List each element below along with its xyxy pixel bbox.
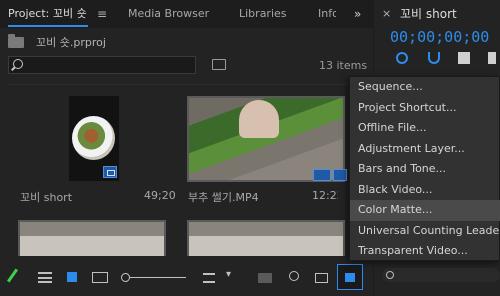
clip-name: 부추 썰기.MP4 [188,191,259,204]
new-item-menu: Sequence... Project Shortcut... Offline … [349,76,500,261]
active-tab-indicator [8,25,88,27]
menu-item-offline-file[interactable]: Offline File... [350,118,500,139]
bowl-thumbnail-image [189,222,343,256]
clip-grid: 꼬비 short 49;20 부추 썰기.MP4 12:22 [8,84,358,256]
menu-item-project-shortcut[interactable]: Project Shortcut... [350,98,500,119]
clip-name: 꼬비 short [20,191,73,204]
audio-badge-icon [333,169,347,181]
zoom-slider[interactable] [121,273,186,283]
tab-media-browser[interactable]: Media Browser [128,0,209,28]
project-panel: Project: 꼬비 숏 ≡ Media Browser Libraries … [0,0,373,296]
clip-badges [313,169,353,181]
close-icon[interactable]: × [382,0,391,28]
sort-icon[interactable] [203,273,215,283]
search-input[interactable] [8,56,196,74]
project-toolbar: ▾ [0,260,373,296]
chevron-down-icon[interactable]: ▾ [226,269,231,280]
menu-item-bars-and-tone[interactable]: Bars and Tone... [350,159,500,180]
hand-thumbnail-image [239,100,279,138]
wrench-icon[interactable] [488,52,496,64]
menu-item-transparent-video[interactable]: Transparent Video... [350,241,500,262]
menu-item-color-matte[interactable]: Color Matte... [350,200,500,221]
pencil-icon[interactable] [6,268,19,283]
tab-libraries[interactable]: Libraries [239,0,287,28]
zoom-slider-handle[interactable] [121,273,130,282]
menu-item-sequence[interactable]: Sequence... [350,77,500,98]
automate-to-sequence-icon[interactable] [258,273,272,283]
project-file-name: 꼬비 숏.prproj [36,36,106,49]
bowl-thumbnail-image [20,222,164,256]
menu-item-adjustment-layer[interactable]: Adjustment Layer... [350,139,500,160]
menu-item-black-video[interactable]: Black Video... [350,180,500,201]
tab-project[interactable]: Project: 꼬비 숏 [8,0,87,28]
freeform-view-icon[interactable] [92,272,108,283]
panel-tab-bar: Project: 꼬비 숏 ≡ Media Browser Libraries … [0,0,373,28]
magnet-icon[interactable] [428,52,440,64]
list-view-icon[interactable] [38,272,52,283]
new-item-button[interactable] [337,264,363,290]
find-icon[interactable] [212,59,226,70]
program-scrollbar[interactable] [382,268,500,282]
program-sequence-title[interactable]: 꼬비 short [400,0,457,28]
clip-thumbnail[interactable] [18,220,166,256]
clip-thumbnail-sequence[interactable] [69,96,119,181]
snap-icon[interactable] [396,52,408,64]
item-count: 13 items [319,59,368,72]
clip-duration: 49;20 [144,189,176,202]
menu-item-universal-counting-leader[interactable]: Universal Counting Leader... [350,221,500,242]
program-timecode[interactable]: 00;00;00;00 [390,28,489,46]
new-bin-icon[interactable] [315,273,328,283]
zoom-slider-track [130,277,186,278]
hamburger-icon[interactable]: ≡ [97,0,107,28]
clip-thumbnail[interactable] [187,220,345,256]
panel-overflow-button[interactable]: » [354,7,361,21]
sequence-badge-icon [103,166,117,178]
clip-duration: 12:22 [312,189,338,202]
marker-icon[interactable] [458,52,470,64]
icon-view-icon[interactable] [67,272,77,282]
find-button-icon[interactable] [289,271,299,281]
scrollbar-handle[interactable] [386,271,394,279]
video-badge-icon [313,169,331,181]
bin-path-row: 꼬비 숏.prproj [0,30,373,54]
search-icon [13,59,23,69]
tab-info[interactable]: Info [318,0,336,28]
folder-icon[interactable] [8,34,24,48]
food-thumbnail-image [72,116,115,160]
